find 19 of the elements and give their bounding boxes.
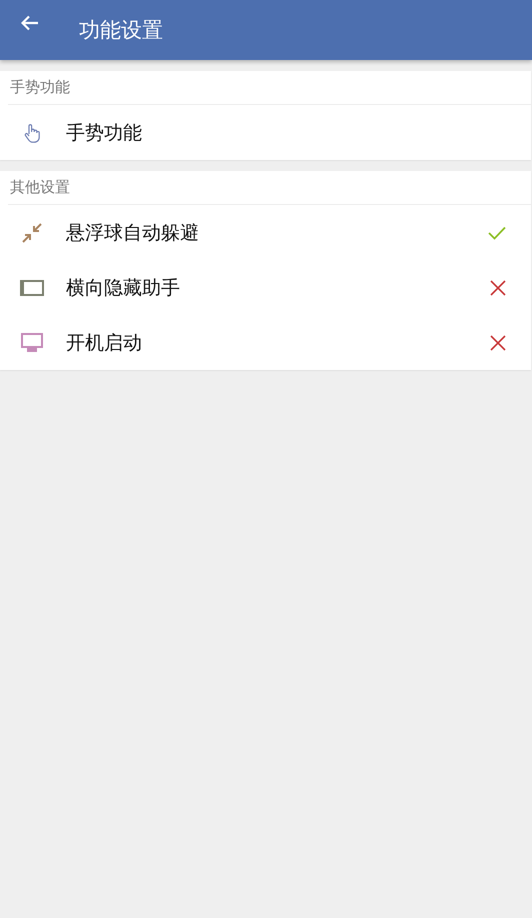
setting-label: 悬浮球自动躲避: [66, 220, 200, 246]
cross-icon[interactable]: [490, 334, 506, 350]
shrink-arrows-icon: [21, 222, 43, 244]
settings-row[interactable]: 开机启动: [0, 315, 531, 370]
settings-row[interactable]: 手势功能: [0, 105, 531, 160]
screen-title: 功能设置: [79, 17, 163, 44]
monitor-icon: [21, 332, 43, 352]
setting-label: 手势功能: [66, 120, 143, 146]
cross-icon[interactable]: [490, 280, 506, 296]
check-icon[interactable]: [488, 226, 506, 240]
settings-row[interactable]: 悬浮球自动躲避: [0, 205, 531, 260]
section-header: 其他设置: [10, 178, 70, 197]
screen-panel-icon: [20, 280, 44, 296]
section-header: 手势功能: [10, 78, 70, 97]
hand-pointer-icon: [23, 122, 41, 142]
back-arrow-icon[interactable]: [21, 15, 39, 31]
setting-label: 横向隐藏助手: [66, 276, 181, 300]
settings-row[interactable]: 横向隐藏助手: [0, 260, 531, 315]
setting-label: 开机启动: [66, 330, 143, 356]
